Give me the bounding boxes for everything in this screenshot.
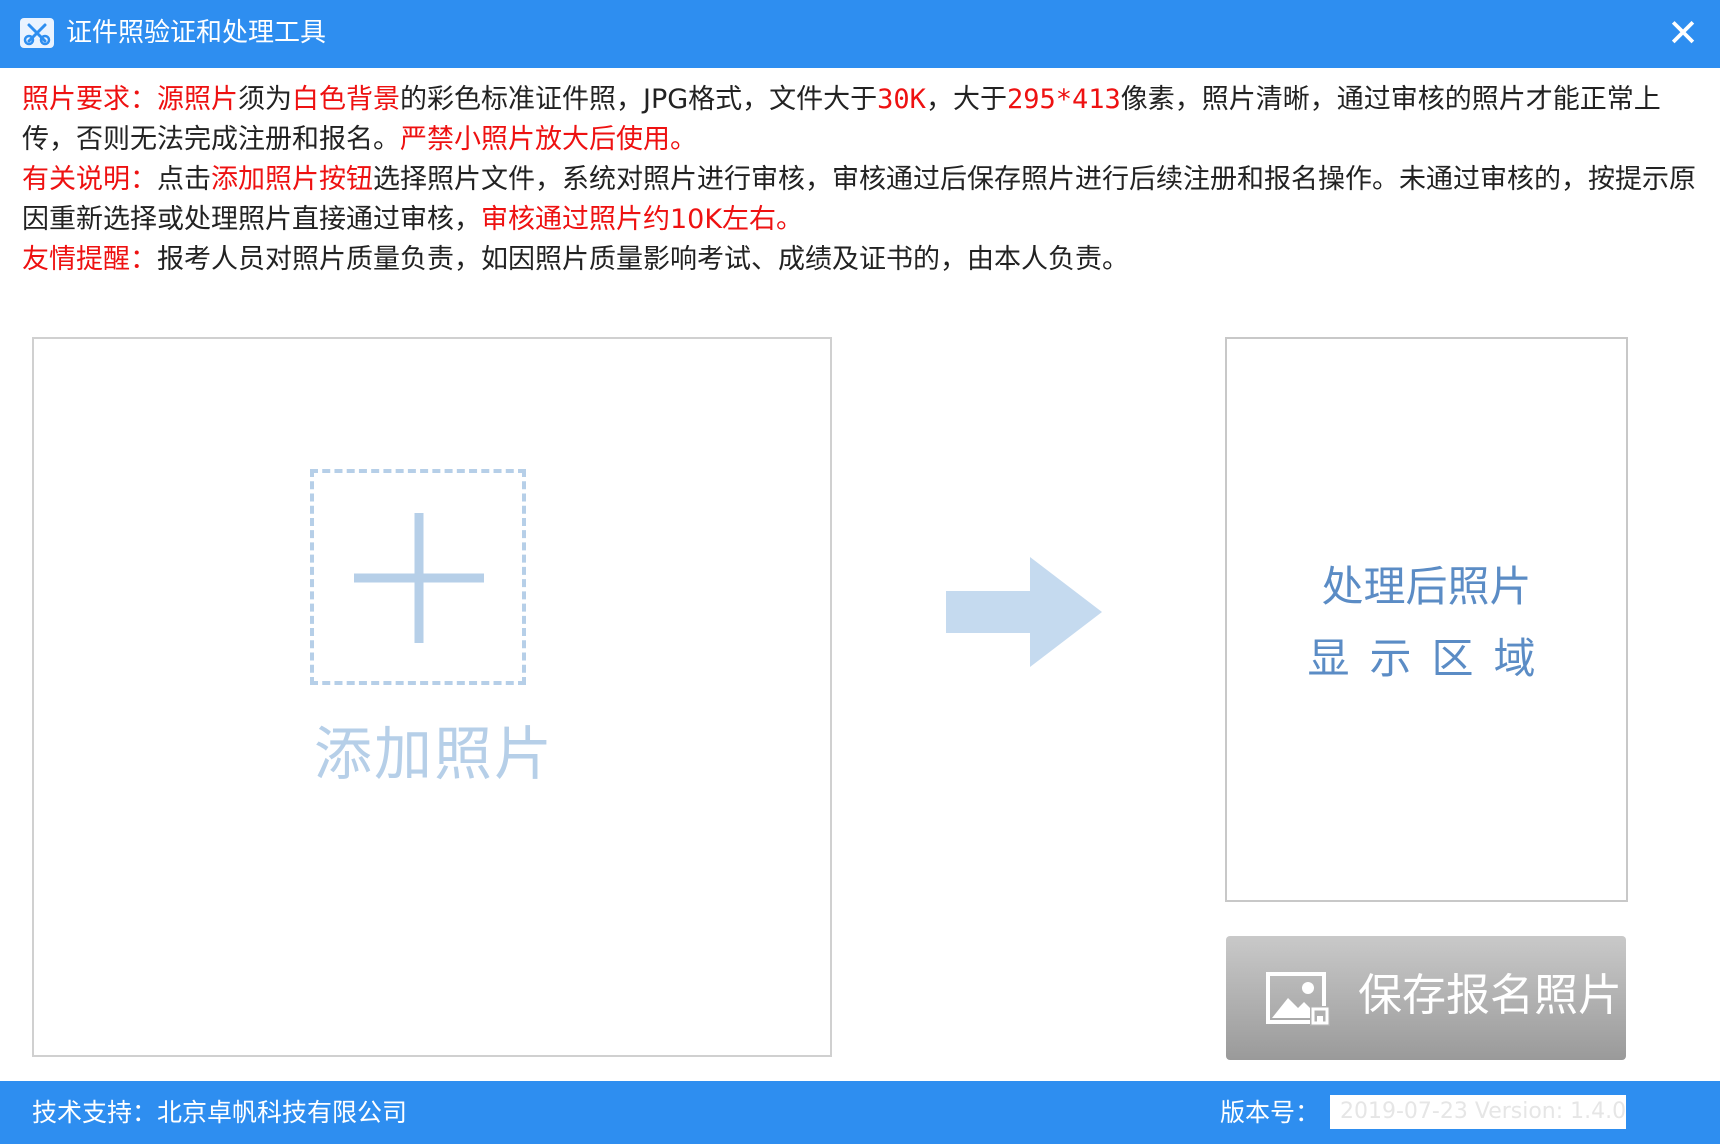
notice-segment: 添加照片按钮 <box>211 164 373 195</box>
status-bar: 技术支持：北京卓帆科技有限公司 版本号： 2019-07-23 Version:… <box>0 1081 1720 1144</box>
tech-support-text: 技术支持：北京卓帆科技有限公司 <box>32 1098 408 1127</box>
save-photo-label: 保存报名照片 <box>1358 970 1622 1021</box>
notice-segment: 审核通过照片约10K左右。 <box>481 204 804 235</box>
reminder-label: 友情提醒： <box>22 244 157 275</box>
close-button[interactable]: ✕ <box>1660 10 1706 56</box>
explanation-label: 有关说明： <box>22 164 157 195</box>
notice-segment: 点击 <box>157 164 211 195</box>
close-icon: ✕ <box>1667 11 1699 55</box>
source-photo-panel[interactable]: 添加照片 <box>32 337 832 1057</box>
add-photo-label[interactable]: 添加照片 <box>34 719 834 789</box>
version-label: 版本号： <box>1220 1098 1321 1127</box>
add-photo-button[interactable] <box>310 469 526 685</box>
window-title: 证件照验证和处理工具 <box>66 18 327 48</box>
requirements-label: 照片要求： <box>22 84 157 115</box>
notice-segment: 的彩色标准证件照，JPG格式，文件大于 <box>400 84 878 115</box>
result-placeholder-line1: 处理后照片 <box>1321 562 1532 611</box>
app-logo-icon <box>20 18 54 48</box>
save-photo-button[interactable]: 保存报名照片 <box>1226 936 1626 1060</box>
requirements-paragraph: 照片要求：源照片须为白色背景的彩色标准证件照，JPG格式，文件大于30K，大于2… <box>22 80 1702 160</box>
notice-segment: 严禁小照片放大后使用。 <box>400 124 697 155</box>
notice-segment: 295*413 <box>1006 84 1121 115</box>
version-value: 2019-07-23 Version: 1.4.0 <box>1330 1095 1626 1129</box>
notice-text: 照片要求：源照片须为白色背景的彩色标准证件照，JPG格式，文件大于30K，大于2… <box>22 80 1702 280</box>
processed-photo-panel: 处理后照片 显示区域 <box>1225 337 1628 902</box>
image-save-icon <box>1266 972 1330 1026</box>
notice-segment: 源照片 <box>157 84 238 115</box>
notice-segment: 须为 <box>238 84 292 115</box>
notice-segment: 白色背景 <box>292 84 400 115</box>
plus-icon <box>354 513 484 643</box>
notice-segment: ，大于 <box>925 84 1007 115</box>
notice-segment: 报考人员对照片质量负责，如因照片质量影响考试、成绩及证书的，由本人负责。 <box>157 244 1129 275</box>
notice-segment: 30K <box>877 84 926 115</box>
arrow-right-icon <box>946 557 1102 667</box>
reminder-paragraph: 友情提醒：报考人员对照片质量负责，如因照片质量影响考试、成绩及证书的，由本人负责… <box>22 240 1702 280</box>
result-placeholder-line2: 显示区域 <box>1307 634 1556 683</box>
explanation-paragraph: 有关说明：点击添加照片按钮选择照片文件，系统对照片进行审核，审核通过后保存照片进… <box>22 160 1702 240</box>
title-bar: 证件照验证和处理工具 ✕ <box>0 0 1720 68</box>
